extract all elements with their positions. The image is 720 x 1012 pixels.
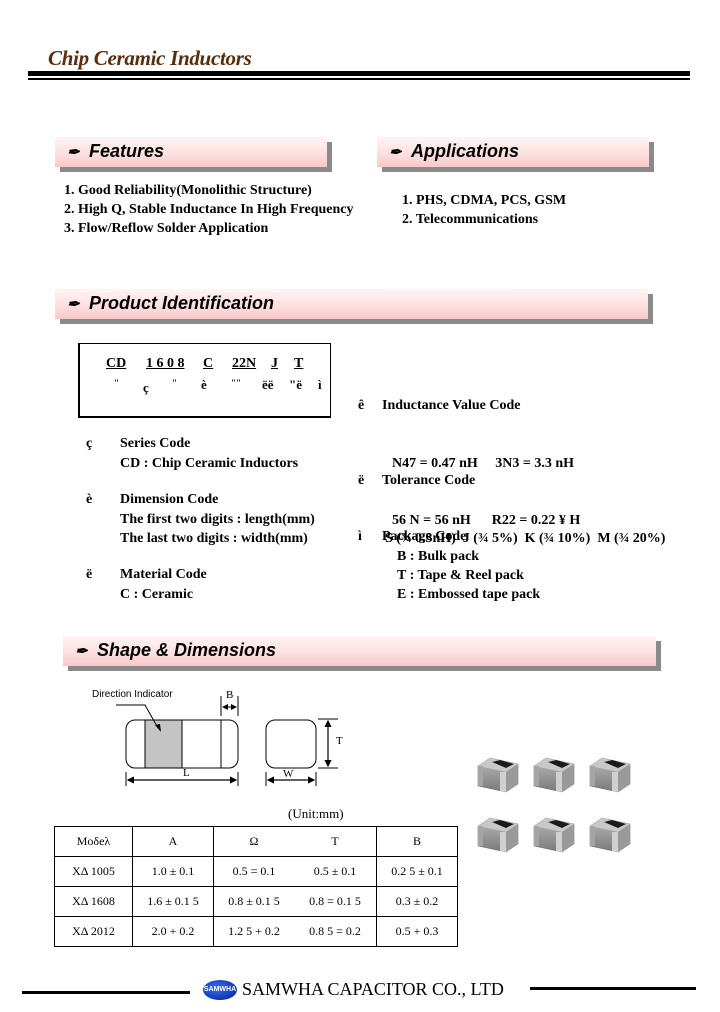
applications-list: 1. PHS, CDMA, PCS, GSM 2. Telecommunicat… — [402, 191, 566, 229]
column-header: Ω — [213, 826, 294, 857]
chip-image — [477, 757, 519, 793]
code-marker: " — [172, 378, 177, 388]
direction-indicator-label: Direction Indicator — [92, 689, 173, 700]
table-header-row: Moδeλ A Ω T B — [54, 826, 458, 857]
code-marker: ëë — [262, 377, 274, 392]
code-marker: "" — [231, 378, 241, 388]
table-cell: 0.8 = 0.1 5 — [294, 886, 377, 917]
product-identification-heading: Product Identification — [89, 293, 275, 313]
code-marker: ì — [318, 377, 322, 392]
table-cell: 0.5 + 0.3 — [376, 916, 458, 947]
table-cell: 1.2 5 + 0.2 — [213, 916, 294, 947]
code-part-material: C — [203, 356, 214, 371]
w-label: W — [283, 768, 294, 780]
company-name: SAMWHA CAPACITOR CO., LTD — [242, 979, 504, 999]
list-item: 1. PHS, CDMA, PCS, GSM — [402, 193, 567, 208]
table-cell: 1.0 ± 0.1 — [132, 856, 214, 887]
code-part-tolerance: J — [271, 356, 278, 371]
applications-banner: ✒ Applications — [377, 137, 654, 172]
bullet-icon: ë — [86, 567, 93, 582]
features-banner: ✒ Features — [55, 137, 332, 172]
code-marker: " — [114, 378, 119, 388]
shape-dimensions-heading: Shape & Dimensions — [97, 640, 277, 660]
table-cell: XΔ 2012 — [54, 916, 133, 947]
material-code-detail: C : Ceramic — [120, 587, 194, 602]
series-code-detail: CD : Chip Ceramic Inductors — [120, 456, 299, 471]
dimension-table: Moδeλ A Ω T B XΔ 1005 1.0 ± 0.1 0.5 = 0.… — [54, 826, 458, 947]
code-marker: è — [201, 377, 207, 392]
pen-nib-icon: ✒ — [67, 296, 80, 313]
code-part-series: CD — [106, 356, 127, 371]
table-cell: 1.6 ± 0.1 5 — [132, 886, 214, 917]
chip-photo — [477, 757, 631, 853]
code-marker: ç — [143, 380, 149, 395]
column-header: A — [132, 826, 214, 857]
pen-nib-icon: ✒ — [67, 144, 80, 161]
footer-rule-left — [22, 991, 190, 994]
list-item: 1. Good Reliability(Monolithic Structure… — [64, 183, 312, 198]
inductance-code-heading: ê Inductance Value Code — [358, 398, 521, 413]
bullet-icon: ê — [358, 398, 365, 413]
table-row: XΔ 1608 1.6 ± 0.1 5 0.8 ± 0.1 5 0.8 = 0.… — [54, 886, 458, 917]
table-cell: 0.8 5 = 0.2 — [294, 916, 377, 947]
product-identification-banner: ✒ Product Identification — [55, 289, 653, 324]
applications-heading: Applications — [411, 141, 520, 161]
table-cell: 0.2 5 ± 0.1 — [376, 856, 458, 887]
column-header: B — [376, 826, 458, 857]
table-cell: 0.5 = 0.1 — [213, 856, 294, 887]
features-heading: Features — [89, 141, 165, 161]
l-label: L — [183, 767, 190, 779]
table-cell: 0.5 ± 0.1 — [294, 856, 377, 887]
table-row: XΔ 1005 1.0 ± 0.1 0.5 = 0.1 0.5 ± 0.1 0.… — [54, 856, 458, 887]
tolerance-code-heading: ë Tolerance Code — [358, 473, 476, 488]
dimension-code-detail: The first two digits : length(mm) The la… — [120, 512, 315, 546]
pen-nib-icon: ✒ — [389, 144, 402, 161]
package-code-detail: B : Bulk pack T : Tape & Reel pack E : E… — [397, 549, 541, 602]
table-row: XΔ 2012 2.0 + 0.2 1.2 5 + 0.2 0.8 5 = 0.… — [54, 916, 458, 947]
chip-end-outline — [265, 719, 317, 769]
title-rule-thick — [28, 71, 690, 76]
samwha-logo-icon: SAMWHA — [203, 980, 237, 1000]
features-list: 1. Good Reliability(Monolithic Structure… — [64, 181, 354, 238]
footer-rule-right — [530, 987, 696, 990]
dimension-code-heading: è Dimension Code — [86, 492, 219, 507]
list-item: 2. Telecommunications — [402, 212, 539, 227]
table-cell: 0.3 ± 0.2 — [376, 886, 458, 917]
direction-indicator-band — [144, 719, 183, 769]
table-cell: 2.0 + 0.2 — [132, 916, 214, 947]
table-cell: XΔ 1608 — [54, 886, 133, 917]
code-marker: "ë — [289, 377, 302, 392]
shape-dimensions-banner: ✒ Shape & Dimensions — [63, 636, 661, 671]
list-item: 3. Flow/Reflow Solder Application — [64, 221, 269, 236]
code-part-dimension: 1 6 0 8 — [146, 356, 185, 371]
bullet-icon: ë — [358, 473, 365, 488]
t-label: T — [336, 735, 343, 747]
code-part-inductance: 22N — [232, 356, 257, 371]
column-header: Moδeλ — [54, 826, 133, 857]
material-code-heading: ë Material Code — [86, 567, 207, 582]
package-code-heading: ì Package Code — [358, 529, 467, 544]
bullet-icon: ç — [86, 436, 93, 451]
title-rule-thin — [28, 78, 690, 80]
unit-label: (Unit:mm) — [288, 806, 344, 821]
column-header: T — [294, 826, 377, 857]
table-cell: 0.8 ± 0.1 5 — [213, 886, 294, 917]
b-label: B — [226, 689, 234, 701]
list-item: 2. High Q, Stable Inductance In High Fre… — [64, 202, 354, 217]
series-code-heading: ç Series Code — [86, 436, 191, 451]
bullet-icon: è — [86, 492, 93, 507]
pen-nib-icon: ✒ — [75, 643, 88, 660]
page-title: Chip Ceramic Inductors — [48, 46, 252, 70]
code-part-package: T — [294, 356, 304, 371]
bullet-icon: ì — [358, 529, 362, 544]
table-cell: XΔ 1005 — [54, 856, 133, 887]
